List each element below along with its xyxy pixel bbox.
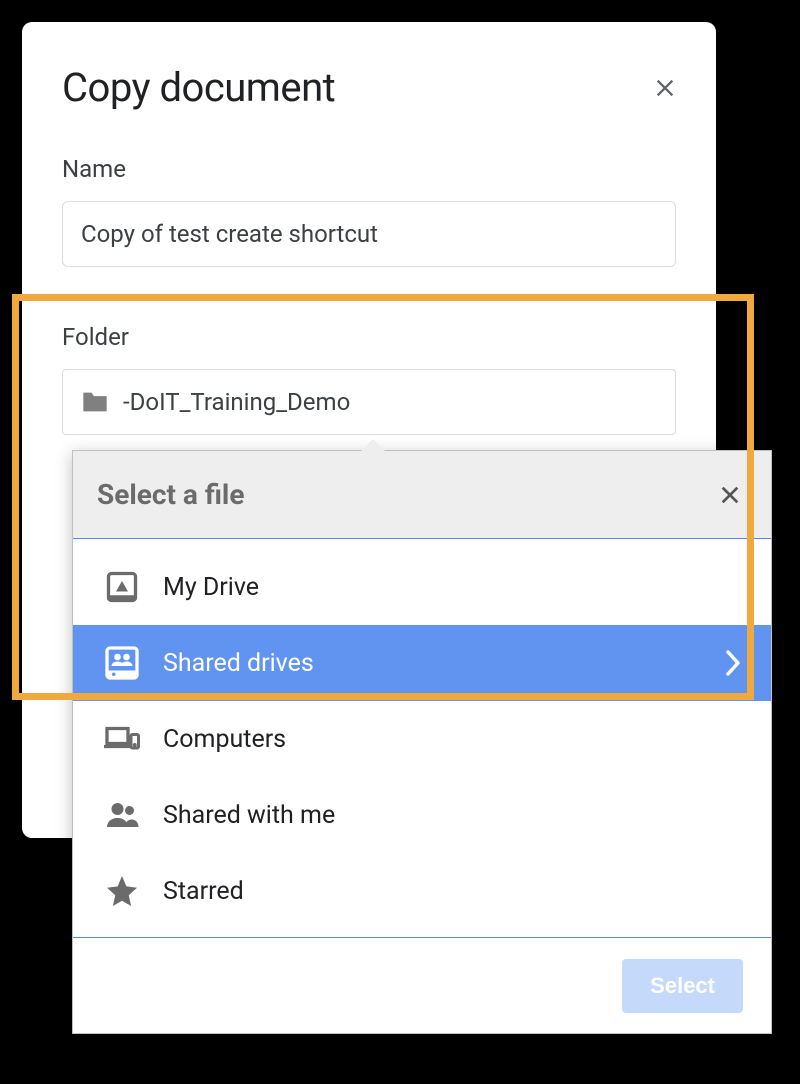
drive-icon [103, 568, 141, 606]
folder-icon [81, 390, 109, 414]
picker-item-computers[interactable]: Computers [73, 701, 771, 777]
picker-footer: Select [73, 937, 771, 1033]
picker-list: My Drive Shared drives Computers Shared … [73, 539, 771, 937]
chevron-right-icon [725, 649, 741, 677]
star-icon [103, 872, 141, 910]
folder-label: Folder [62, 323, 676, 351]
picker-title: Select a file [97, 478, 244, 511]
name-label: Name [62, 155, 676, 183]
picker-item-label: Shared drives [163, 649, 314, 678]
folder-value: -DoIT_Training_Demo [123, 388, 350, 416]
dialog-header: Copy document [62, 64, 676, 111]
folder-input[interactable]: -DoIT_Training_Demo [62, 369, 676, 435]
picker-header: Select a file [73, 451, 771, 539]
picker-item-label: Starred [163, 877, 244, 906]
folder-group: Folder -DoIT_Training_Demo [62, 323, 676, 435]
picker-item-my-drive[interactable]: My Drive [73, 549, 771, 625]
file-picker: Select a file My Drive Shared drives Co [72, 450, 772, 1034]
picker-item-label: Computers [163, 725, 286, 754]
dialog-title: Copy document [62, 64, 335, 111]
select-button[interactable]: Select [622, 959, 743, 1013]
shared-with-me-icon [103, 796, 141, 834]
name-input[interactable] [62, 201, 676, 267]
picker-item-label: My Drive [163, 573, 259, 602]
picker-item-starred[interactable]: Starred [73, 853, 771, 929]
picker-item-shared-with-me[interactable]: Shared with me [73, 777, 771, 853]
close-icon[interactable] [719, 484, 741, 506]
close-icon[interactable] [654, 77, 676, 99]
picker-item-label: Shared with me [163, 801, 335, 830]
picker-item-shared-drives[interactable]: Shared drives [73, 625, 771, 701]
computers-icon [103, 720, 141, 758]
shared-drives-icon [103, 644, 141, 682]
